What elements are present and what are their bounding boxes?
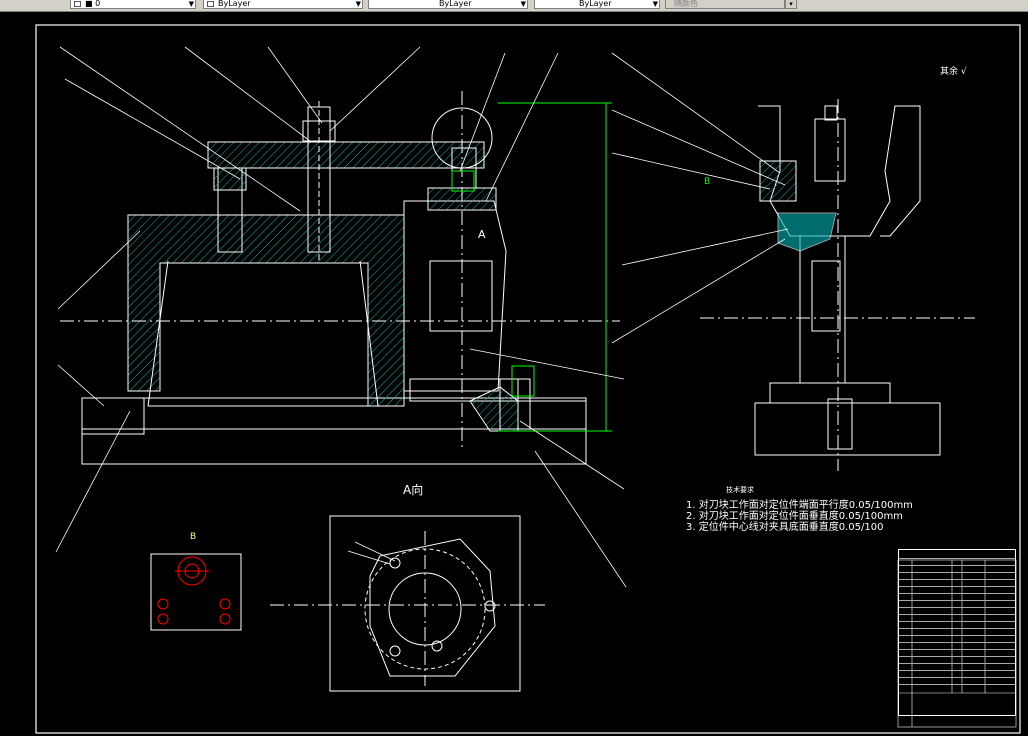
detail-b-view xyxy=(150,553,242,631)
color-swatch-icon xyxy=(207,1,214,7)
detail-b-pointer-label: B xyxy=(704,177,711,187)
lineweight-combo-value: ByLayer xyxy=(579,0,612,8)
layer-swatch-icon xyxy=(74,1,81,7)
layer-combo[interactable]: ■ 0 ▼ xyxy=(70,0,196,9)
plotstyle-combo[interactable]: 随颜色 xyxy=(665,0,785,9)
front-view xyxy=(60,91,620,465)
parts-list-row xyxy=(899,676,1015,685)
toolbar-scroll-button[interactable]: ▾ xyxy=(785,0,797,9)
chevron-down-icon: ▼ xyxy=(520,0,526,8)
color-combo[interactable]: ByLayer ▼ xyxy=(203,0,363,9)
linetype-combo-value: ByLayer xyxy=(439,0,472,8)
color-combo-value: ByLayer xyxy=(218,0,251,8)
plotstyle-combo-value: 随颜色 xyxy=(674,0,698,8)
tech-requirement-2: 2. 对刀块工作面对定位件面垂直度0.05/100mm xyxy=(686,511,903,522)
tech-requirements: 技术要求 1. 对刀块工作面对定位件端面平行度0.05/100mm 2. 对刀块… xyxy=(686,486,913,533)
a-direction-view xyxy=(270,515,545,692)
section-arrow-label: A xyxy=(478,228,486,241)
chevron-down-icon: ▼ xyxy=(355,0,361,8)
side-view xyxy=(700,99,975,471)
lineweight-combo[interactable]: ByLayer ▼ xyxy=(534,0,660,9)
cad-drawing-canvas[interactable] xyxy=(0,11,1028,736)
view-a-label: A向 xyxy=(403,483,424,497)
linetype-combo[interactable]: ByLayer ▼ xyxy=(368,0,528,9)
chevron-down-icon: ▼ xyxy=(188,0,194,8)
chevron-down-icon: ▼ xyxy=(652,0,658,8)
roughness-note: 其余 √ xyxy=(940,67,967,77)
leader-lines xyxy=(55,46,789,588)
tech-requirements-title: 技术要求 xyxy=(726,486,754,494)
detail-b-label: B xyxy=(190,532,197,542)
layer-combo-value: ■ 0 xyxy=(85,0,101,8)
tech-requirement-3: 3. 定位件中心线对夹具底面垂直度0.05/100 xyxy=(686,522,884,533)
tech-requirement-1: 1. 对刀块工作面对定位件端面平行度0.05/100mm xyxy=(686,500,913,511)
parts-list-table xyxy=(898,549,1016,716)
